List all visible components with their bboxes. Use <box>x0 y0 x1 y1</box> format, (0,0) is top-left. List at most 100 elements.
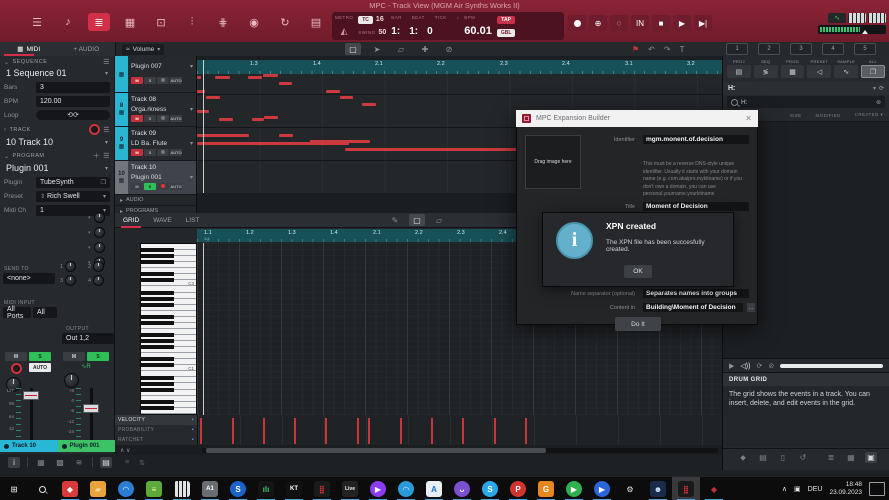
swing-value[interactable]: 50 <box>379 29 387 36</box>
insert-slot-3[interactable]: ▾ <box>88 242 105 253</box>
locator-button-1[interactable]: 1 <box>726 43 748 55</box>
midi-clip-note[interactable] <box>248 76 262 79</box>
clock[interactable]: 18:48 23.09.2023 <box>829 481 862 498</box>
do-it-button[interactable]: Do It <box>615 317 661 331</box>
program-monitor-icon[interactable]: ∿R <box>63 363 109 370</box>
mixer-strip-icon[interactable]: ≋ <box>73 457 85 468</box>
channel-mixer[interactable]: ⋕ <box>212 13 234 31</box>
trash-icon[interactable]: ▯ <box>777 452 789 463</box>
metronome-control[interactable]: METRO ◭ <box>335 13 353 39</box>
send-knob-1[interactable]: 1 <box>60 261 86 272</box>
track-program-dropdown[interactable]: LD Ba. Flute ▾ <box>131 140 193 147</box>
main-mode[interactable]: ♪ <box>57 13 79 31</box>
record-button[interactable] <box>568 15 586 31</box>
pad-bank-icon[interactable]: ▩ <box>54 457 66 468</box>
green-play-app[interactable]: ▶ <box>560 477 588 500</box>
black-key[interactable] <box>141 248 174 253</box>
history-icon[interactable]: ↺ <box>797 452 809 463</box>
marquee-tool[interactable]: ▢ <box>409 214 425 226</box>
tap-tempo-button[interactable]: TAP <box>496 15 516 24</box>
tab-all[interactable]: ALL ❐ <box>861 59 885 78</box>
mute-button[interactable]: M <box>131 148 143 156</box>
mpc-pads-app[interactable]: ⣿ <box>308 477 336 500</box>
edge-browser[interactable]: ◠ <box>112 477 140 500</box>
section-menu-icon[interactable]: ☰ <box>103 152 110 160</box>
locator-button-4[interactable]: 4 <box>822 43 844 55</box>
track-selector[interactable]: 10 Track 10 ▾ <box>0 135 114 149</box>
keys-icon[interactable]: ▦ <box>845 452 857 463</box>
program-pan-knob[interactable] <box>64 373 79 388</box>
insert-knob[interactable] <box>93 212 105 223</box>
lane-label-ratchet[interactable]: RATCHET ▪ <box>115 435 197 445</box>
tick-value[interactable]: 0 <box>427 26 433 37</box>
info-icon[interactable]: i <box>8 456 20 468</box>
arm-button[interactable] <box>157 182 169 190</box>
locator-button-5[interactable]: 5 <box>854 43 876 55</box>
pad-mixer[interactable]: ▤ <box>305 13 327 31</box>
master-level-meter[interactable] <box>818 25 886 34</box>
g-app[interactable]: G <box>532 477 560 500</box>
black-key[interactable] <box>141 296 174 301</box>
black-key[interactable] <box>141 314 174 319</box>
ok-button[interactable]: OK <box>624 265 652 278</box>
mute-button[interactable]: M <box>131 76 143 84</box>
velocity-bar[interactable] <box>462 418 464 444</box>
grid-playhead[interactable] <box>203 243 204 415</box>
search-input[interactable]: H: ⊗ <box>727 96 885 108</box>
black-key[interactable] <box>141 254 174 259</box>
fader-handle[interactable] <box>83 404 99 413</box>
midi-clip-note[interactable] <box>197 142 349 145</box>
column-header[interactable]: MODIFIED <box>816 113 841 118</box>
grid-tab-list[interactable]: LIST <box>186 215 200 226</box>
lane-collapse-arrows[interactable]: ∧ ∨ <box>115 447 202 454</box>
midi-clip-note[interactable] <box>197 134 249 137</box>
black-key[interactable] <box>141 357 174 362</box>
collapse-icon[interactable]: ≡ <box>125 459 129 466</box>
track-record-icon[interactable] <box>89 124 101 135</box>
speaker-icon[interactable]: ◁)) <box>740 362 750 370</box>
marquee-tool[interactable]: ▢ <box>345 43 361 55</box>
add-program-icon[interactable]: ＋ <box>93 151 101 161</box>
search-button[interactable] <box>28 477 56 500</box>
black-key[interactable] <box>141 387 174 392</box>
velocity-bar[interactable] <box>294 418 296 444</box>
velocity-bar[interactable] <box>357 418 359 444</box>
velocity-bar[interactable] <box>525 418 527 444</box>
velocity-bar[interactable] <box>494 418 496 444</box>
velocity-bar[interactable] <box>325 418 327 444</box>
mute-button[interactable]: M <box>131 182 143 190</box>
track-row-9[interactable]: 9 ▦ Track 09 LD Ba. Flute ▾ M S AUTO <box>115 127 196 161</box>
midi-clip-note[interactable] <box>219 118 233 121</box>
eraser-tool[interactable]: ▱ <box>393 43 409 55</box>
s-swirl-app[interactable]: S <box>224 477 252 500</box>
file-explorer[interactable]: ▰ <box>84 477 112 500</box>
column-header[interactable]: SIZE <box>790 113 802 118</box>
acrobat-app[interactable]: A <box>420 477 448 500</box>
track-row-8[interactable]: 8 ▦ Track 08 Orga.rkness ▾ M S AUTO <box>115 93 196 127</box>
midi-clip-note[interactable] <box>340 96 353 99</box>
bar-value[interactable]: 1: <box>391 26 400 37</box>
solo-button[interactable]: S <box>144 114 156 122</box>
beat-value[interactable]: 1: <box>409 26 418 37</box>
midi-clip-note[interactable] <box>252 118 264 121</box>
mpc-grid-app[interactable]: ⣿ <box>672 477 700 500</box>
sampler[interactable]: ◉ <box>243 13 265 31</box>
midi-clip-note[interactable] <box>345 148 520 151</box>
black-key[interactable] <box>141 375 174 380</box>
insert-knob[interactable] <box>93 227 105 238</box>
black-key[interactable] <box>141 399 174 404</box>
looper[interactable]: ↻ <box>274 13 296 31</box>
lanes-icon[interactable]: ▤ <box>100 456 112 468</box>
arm-button[interactable] <box>157 148 169 156</box>
black-key[interactable] <box>141 339 174 344</box>
velocity-bar[interactable] <box>200 418 202 444</box>
program-selector[interactable]: Plugin 001 ▾ <box>0 161 114 175</box>
track-view[interactable]: ≣ <box>88 13 110 31</box>
sample-edit[interactable]: ⊡ <box>150 13 172 31</box>
track-program-dropdown[interactable]: Plugin 007 ▾ <box>131 63 193 70</box>
zoom-icon[interactable]: ⇅ <box>139 459 145 467</box>
track-row-10[interactable]: 10 ▦ Track 10 Plugin 001 ▾ M S AUTO <box>115 161 196 195</box>
timeline-ruler[interactable]: 1.3 1.4 2.1 2.2 2.3 2.4 3.1 3.2 <box>197 60 722 75</box>
red-audio-app[interactable]: ◆ <box>700 477 728 500</box>
send-knob[interactable] <box>65 275 77 286</box>
